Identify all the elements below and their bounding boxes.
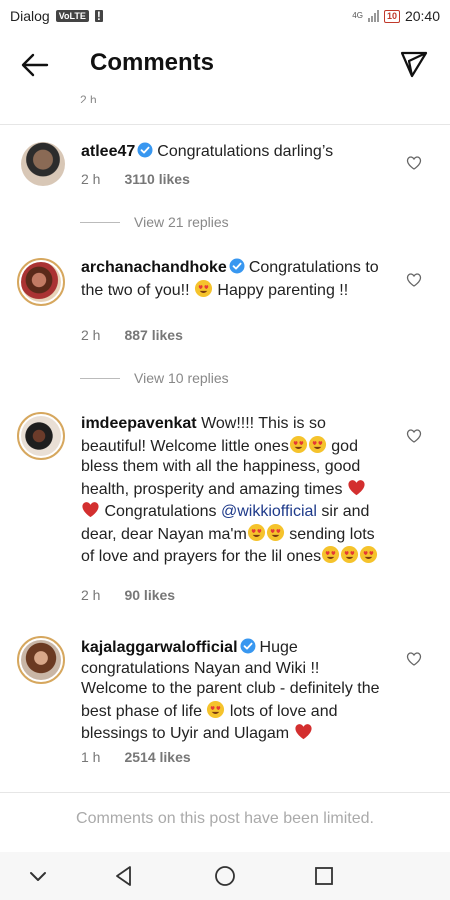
battery-level: 10 [386,11,397,21]
comment-text: kajalaggarwalofficial Huge congratulation… [81,638,381,745]
heart-outline-icon[interactable] [406,272,422,288]
avatar[interactable] [17,412,65,460]
avatar[interactable] [21,142,65,186]
comment-text: archanachandhoke Congratulations to the t… [81,258,381,301]
heart-eyes-emoji-icon [207,700,225,718]
mention-link[interactable]: @wikkiofficial [221,503,317,520]
comment-username[interactable]: archanachandhoke [81,259,227,276]
replies-line [80,221,120,223]
battery-icon: 10 [383,9,400,23]
comment-username[interactable]: atlee47 [81,143,135,160]
divider [0,124,450,125]
avatar[interactable] [17,258,65,306]
heart-eyes-emoji-icon [289,435,307,453]
verified-badge-icon [137,142,153,158]
avatar[interactable] [17,636,65,684]
comment-meta: 2 h 887 likes [81,327,183,343]
heart-eyes-emoji-icon [308,435,326,453]
verified-badge-icon [229,258,245,274]
heart-outline-icon[interactable] [406,155,422,171]
comment-username[interactable]: kajalaggarwalofficial [81,639,238,656]
volte-icon: VoLTE [55,10,89,22]
comment-likes[interactable]: 887 likes [124,327,182,343]
comment-body: Congratulations darling’s [157,143,334,160]
comments-limited-notice: Comments on this post have been limited. [76,810,374,827]
view-replies-label[interactable]: View 21 replies [134,214,229,230]
comment-text: imdeepavenkat Wow!!!! This is so beautif… [81,414,381,568]
system-nav-bar [0,852,450,900]
divider [0,792,450,793]
heart-outline-icon[interactable] [406,428,422,444]
send-icon[interactable] [400,50,428,78]
comments-header: Comments [0,34,450,96]
comment-likes[interactable]: 3110 likes [124,171,189,187]
comment-time: 2 h [81,327,101,343]
red-heart-emoji-icon [294,724,312,740]
heart-eyes-emoji-icon [322,545,340,564]
home-circle-icon[interactable] [213,864,237,888]
chevron-down-icon[interactable] [26,864,50,888]
heart-eyes-emoji-icon [341,545,359,564]
comment-likes[interactable]: 2514 likes [124,749,190,765]
view-replies-label[interactable]: View 10 replies [134,370,229,386]
comment-username[interactable]: imdeepavenkat [81,415,197,432]
heart-eyes-emoji-icon [194,279,213,297]
back-triangle-icon[interactable] [112,864,136,888]
replies-line [80,377,120,379]
heart-eyes-emoji-icon [360,545,378,564]
view-replies-button[interactable]: View 10 replies [80,370,229,386]
comment-likes[interactable]: 90 likes [124,587,175,603]
comment-meta: 1 h 2514 likes [81,749,191,765]
alert-icon: ! [94,9,103,23]
heart-eyes-emoji-icon [266,523,284,541]
carrier-name: Dialog [10,8,50,24]
back-arrow-icon[interactable] [20,50,50,80]
comment-time: 2 h [81,587,101,603]
heart-eyes-emoji-icon [247,523,265,541]
comment-time: 2 h [81,171,101,187]
comment-meta: 2 h 90 likes [81,587,175,603]
network-type: 4G [352,11,363,20]
comment-body: Happy parenting !! [217,281,349,299]
comment-body: Congratulations [104,503,217,520]
signal-icon [367,10,379,22]
clock: 20:40 [404,8,440,24]
comment-text: atlee47 Congratulations darling’s [81,142,381,163]
page-title: Comments [90,49,215,76]
red-heart-emoji-icon [348,479,365,495]
heart-outline-icon[interactable] [406,651,422,667]
comment-time: 1 h [81,749,101,765]
comment-meta: 2 h 3110 likes [81,171,190,187]
status-bar: Dialog VoLTE ! 4G 10 20:40 [0,0,450,32]
recents-square-icon[interactable] [312,864,336,888]
view-replies-button[interactable]: View 21 replies [80,214,229,230]
red-heart-emoji-icon [82,502,99,518]
previous-comment-time: 2 h [80,93,97,103]
verified-badge-icon [240,638,256,654]
